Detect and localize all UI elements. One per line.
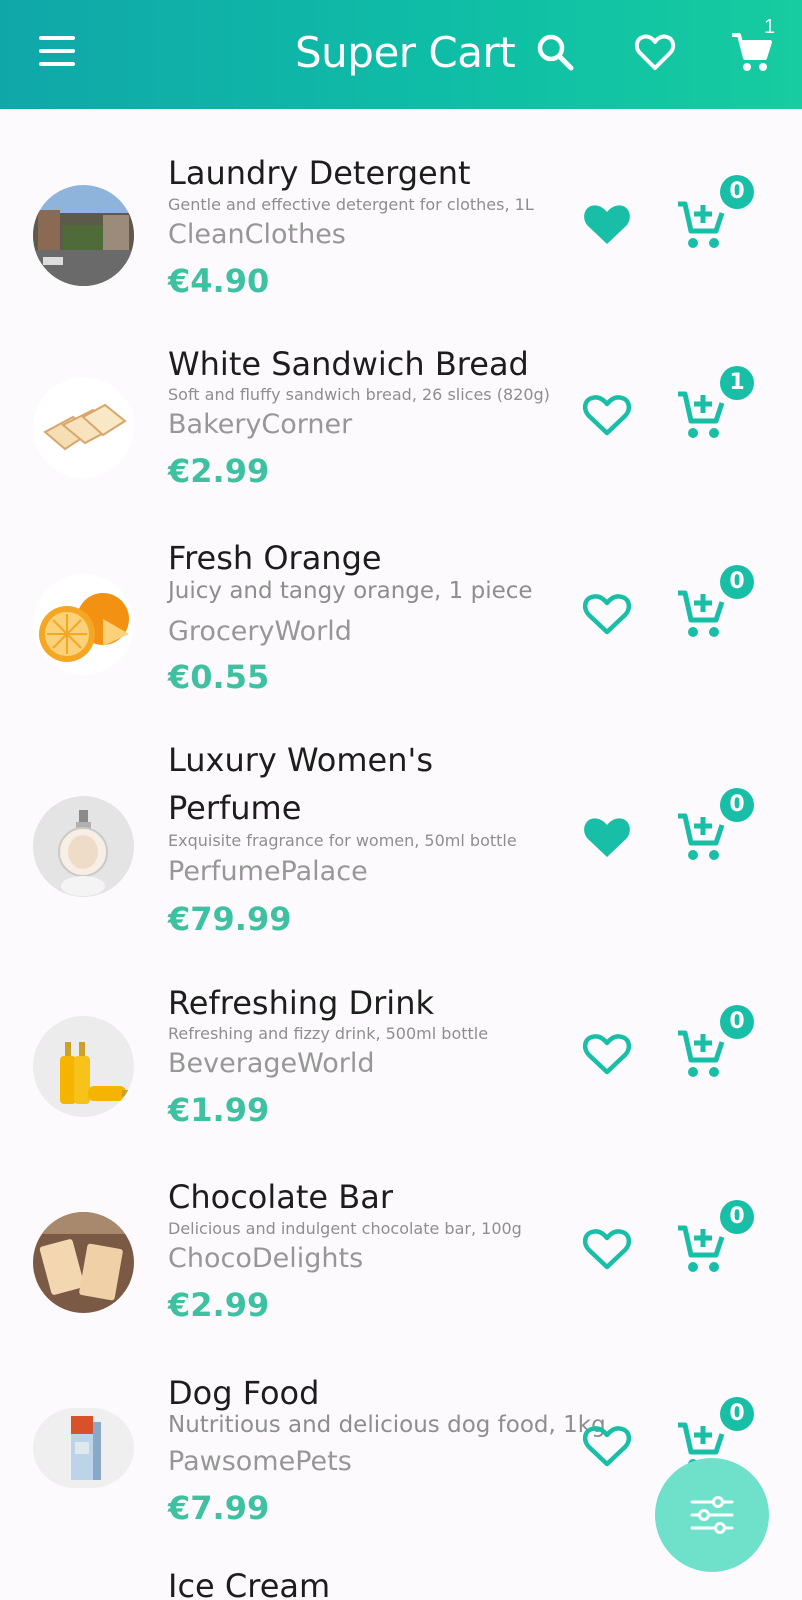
product-name: White Sandwich Bread	[168, 345, 529, 383]
product-name: Luxury Women's Perfume	[168, 741, 433, 827]
product-description: Exquisite fragrance for women, 50ml bott…	[168, 831, 517, 850]
product-description: Gentle and effective detergent for cloth…	[168, 195, 534, 214]
product-brand: CleanClothes	[168, 219, 346, 250]
product-description: Delicious and indulgent chocolate bar, 1…	[168, 1219, 522, 1238]
product-price: €2.99	[168, 452, 270, 490]
product-description: Refreshing and fizzy drink, 500ml bottle	[168, 1024, 489, 1043]
product-name: Refreshing Drink	[168, 984, 434, 1022]
favorite-filled-icon[interactable]	[581, 812, 633, 860]
cart-quantity-badge: 1	[720, 366, 754, 400]
favorite-outline-icon[interactable]	[581, 1224, 633, 1272]
product-brand: PerfumePalace	[168, 856, 368, 887]
product-image-fresh-orange	[33, 574, 134, 675]
add-to-cart-icon[interactable]	[676, 1028, 726, 1080]
add-to-cart-icon[interactable]	[676, 1223, 726, 1275]
product-price: €79.99	[168, 900, 292, 938]
cart-quantity-badge: 0	[720, 175, 754, 209]
cart-quantity-badge: 0	[720, 788, 754, 822]
product-image-laundry-detergent	[33, 185, 134, 286]
product-name: Laundry Detergent	[168, 154, 471, 192]
add-to-cart-icon[interactable]	[676, 199, 726, 251]
cart-quantity-badge: 0	[720, 1005, 754, 1039]
product-price: €0.55	[168, 658, 270, 696]
product-price: €2.99	[168, 1286, 270, 1324]
product-brand: BakeryCorner	[168, 409, 353, 440]
heart-icon[interactable]	[633, 30, 677, 74]
product-name: Chocolate Bar	[168, 1178, 393, 1216]
product-description: Nutritious and delicious dog food, 1kg	[168, 1412, 606, 1438]
product-name: Fresh Orange	[168, 539, 382, 577]
menu-icon[interactable]	[36, 36, 80, 70]
product-image-dog-food	[33, 1408, 134, 1488]
product-price: €1.99	[168, 1091, 270, 1129]
product-brand: BeverageWorld	[168, 1048, 375, 1079]
favorite-outline-icon[interactable]	[581, 1421, 633, 1469]
product-image-chocolate-bar	[33, 1212, 134, 1313]
product-price: €7.99	[168, 1489, 270, 1527]
product-name: Dog Food	[168, 1374, 320, 1412]
product-brand: GroceryWorld	[168, 616, 352, 647]
filter-button[interactable]	[655, 1458, 769, 1572]
favorite-filled-icon[interactable]	[581, 199, 633, 247]
product-brand: PawsomePets	[168, 1446, 352, 1477]
filter-sliders-icon	[690, 1496, 734, 1534]
favorite-outline-icon[interactable]	[581, 390, 633, 438]
app-title: Super Cart	[295, 28, 516, 77]
product-image-luxury-womens-perfume	[33, 796, 134, 897]
add-to-cart-icon[interactable]	[676, 588, 726, 640]
product-image-white-sandwich-bread	[33, 377, 134, 478]
search-icon[interactable]	[533, 30, 577, 74]
product-brand: ChocoDelights	[168, 1243, 364, 1274]
cart-quantity-badge: 0	[720, 1200, 754, 1234]
product-description: Juicy and tangy orange, 1 piece	[168, 578, 533, 604]
favorite-outline-icon[interactable]	[581, 1029, 633, 1077]
cart-quantity-badge: 0	[720, 565, 754, 599]
app-bar: Super Cart 1	[0, 0, 802, 109]
product-description: Soft and fluffy sandwich bread, 26 slice…	[168, 385, 550, 404]
favorite-outline-icon[interactable]	[581, 589, 633, 637]
product-name: Ice Cream	[168, 1567, 331, 1600]
product-image-refreshing-drink	[33, 1016, 134, 1117]
add-to-cart-icon[interactable]	[676, 811, 726, 863]
add-to-cart-icon[interactable]	[676, 389, 726, 441]
cart-count-badge: 1	[764, 16, 776, 38]
product-price: €4.90	[168, 262, 270, 300]
cart-quantity-badge: 0	[720, 1397, 754, 1431]
